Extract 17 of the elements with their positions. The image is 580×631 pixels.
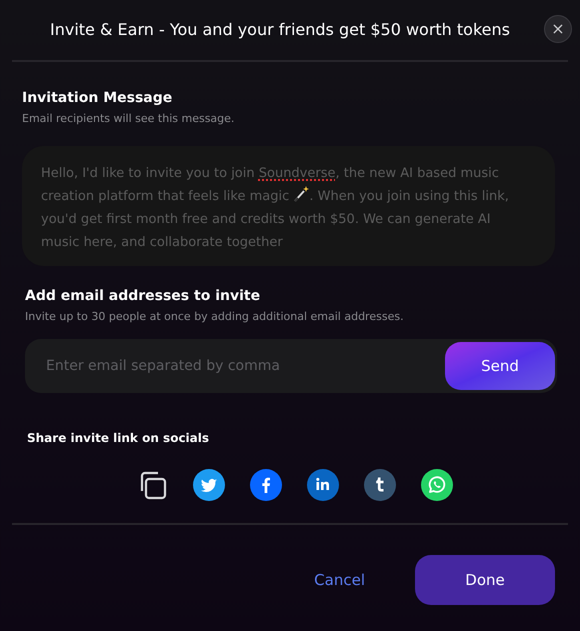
linkedin-icon[interactable] xyxy=(306,469,338,501)
cancel-button[interactable]: Cancel xyxy=(314,568,365,592)
bird-icon[interactable] xyxy=(192,469,224,501)
facebook-icon[interactable] xyxy=(250,469,282,501)
whatsapp-icon[interactable] xyxy=(420,469,452,501)
section-subtitle: Invite up to 30 people at once by adding additional email addresses. xyxy=(25,308,405,324)
dialog-title: Invite & Earn - You and your friends get $50 worth tokens xyxy=(50,19,511,41)
magic-wand-icon xyxy=(293,186,310,202)
send-button[interactable]: Send xyxy=(445,342,555,390)
tumblr-icon[interactable] xyxy=(364,469,396,501)
close-button[interactable]: × xyxy=(544,15,572,43)
section-heading: Share invite link on socials xyxy=(27,430,210,447)
done-button[interactable]: Done xyxy=(415,555,555,605)
email-field[interactable]: Enter email separated by comma Send xyxy=(25,339,557,393)
section-subtitle: Email recipients will see this message. xyxy=(22,111,236,127)
section-heading: Add email addresses to invite xyxy=(25,286,262,306)
section-heading: Invitation Message xyxy=(22,89,174,108)
